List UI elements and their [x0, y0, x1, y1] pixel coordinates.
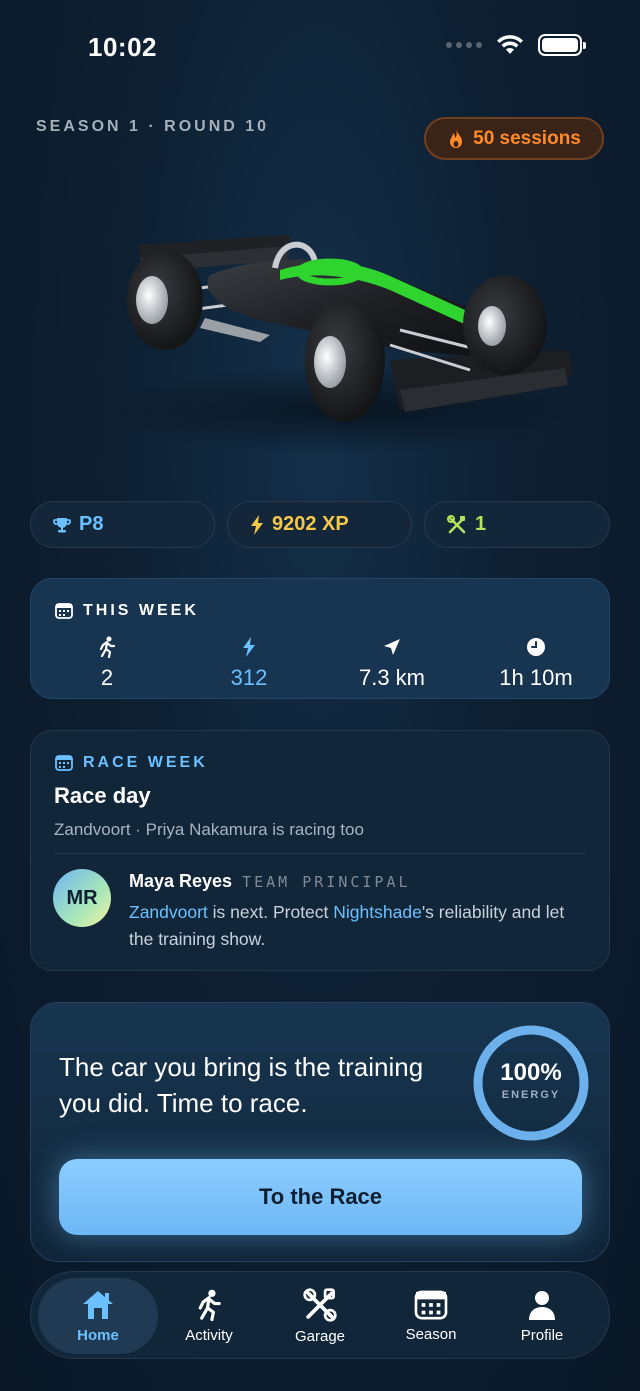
tab-profile[interactable]: Profile: [482, 1278, 602, 1354]
car-link[interactable]: Nightshade: [333, 902, 422, 922]
this-week-title: THIS WEEK: [83, 602, 199, 619]
race-title: Race day: [54, 783, 151, 808]
metric-distance: 7.3 km: [322, 635, 462, 691]
principal-message: Zandvoort is next. Protect Nightshade's …: [129, 899, 589, 953]
principal-header: Maya Reyes TEAM PRINCIPAL: [129, 871, 411, 892]
tab-season[interactable]: Season: [371, 1278, 491, 1354]
metric-sessions: 2: [37, 635, 177, 691]
calendar-icon: [414, 1290, 448, 1319]
bolt-icon: [243, 637, 255, 657]
tab-activity[interactable]: Activity: [149, 1278, 269, 1354]
metric-duration: 1h 10m: [466, 635, 606, 691]
divider: [54, 853, 586, 854]
wifi-icon: [497, 35, 523, 54]
to-the-race-button[interactable]: To the Race: [59, 1159, 582, 1235]
tab-home[interactable]: Home: [38, 1278, 158, 1354]
tools-icon: [447, 514, 466, 533]
tab-home-label: Home: [77, 1326, 119, 1344]
metric-energy-value: 312: [230, 665, 268, 690]
energy-label: ENERGY: [501, 1089, 561, 1101]
battery-icon: [538, 34, 586, 56]
runner-icon: [198, 1289, 221, 1321]
clock-icon: [527, 638, 545, 656]
flame-icon: [450, 128, 463, 148]
tab-season-label: Season: [405, 1325, 457, 1343]
tab-activity-label: Activity: [185, 1326, 233, 1344]
status-icons: [446, 34, 586, 56]
sessions-count: 50 sessions: [473, 127, 581, 149]
metric-distance-value: 7.3 km: [358, 665, 426, 690]
navigation-arrow-icon: [384, 639, 400, 655]
avatar-initials: MR: [66, 886, 98, 909]
cellular-signal-icon: [446, 42, 482, 48]
upgrades-stat[interactable]: 1: [424, 501, 610, 548]
avatar[interactable]: MR: [53, 869, 111, 927]
race-week-card[interactable]: RACE WEEK Race day Zandvoort · Priya Nak…: [30, 730, 610, 971]
this-week-header: THIS WEEK: [55, 602, 199, 620]
race-cta-card: The car you bring is the training you di…: [30, 1002, 610, 1262]
principal-role: TEAM PRINCIPAL: [242, 873, 411, 891]
calendar-icon: [55, 755, 73, 771]
race-week-header: RACE WEEK: [55, 754, 208, 772]
race-week-label: RACE WEEK: [83, 754, 208, 771]
status-time: 10:02: [88, 32, 157, 62]
position-stat[interactable]: P8: [30, 501, 215, 548]
bolt-icon: [251, 514, 263, 535]
tools-icon: [303, 1287, 337, 1322]
runner-icon: [99, 636, 116, 658]
metric-sessions-value: 2: [100, 665, 114, 690]
metric-duration-value: 1h 10m: [499, 665, 573, 690]
tab-bar: Home Activity Garage Season Profile: [30, 1271, 610, 1359]
this-week-card[interactable]: THIS WEEK 2 312 7.3 km 1h 10m: [30, 578, 610, 699]
formula-car-illustration[interactable]: [100, 200, 580, 460]
track-link[interactable]: Zandvoort: [129, 902, 208, 922]
cta-message: The car you bring is the training you di…: [59, 1052, 424, 1118]
position-value: P8: [79, 513, 104, 535]
tab-profile-label: Profile: [520, 1326, 564, 1344]
season-round-label: SEASON 1 · ROUND 10: [36, 118, 270, 135]
xp-value: 9202 XP: [272, 513, 349, 535]
race-subtitle: Zandvoort · Priya Nakamura is racing too: [54, 820, 364, 839]
energy-label-group: 100% ENERGY: [471, 1059, 591, 1101]
message-text: is next. Protect: [207, 902, 334, 922]
status-bar: 10:02: [0, 0, 640, 90]
sessions-streak-badge[interactable]: 50 sessions: [424, 117, 604, 160]
upgrades-value: 1: [475, 513, 487, 535]
home-icon: [83, 1290, 113, 1319]
tab-garage[interactable]: Garage: [260, 1278, 380, 1354]
trophy-icon: [53, 517, 71, 532]
metric-energy: 312: [179, 635, 319, 691]
person-icon: [529, 1290, 555, 1320]
tab-garage-label: Garage: [294, 1327, 346, 1345]
calendar-icon: [55, 603, 73, 619]
xp-stat[interactable]: 9202 XP: [227, 501, 412, 548]
energy-percent: 100%: [500, 1059, 562, 1086]
principal-name: Maya Reyes: [129, 871, 233, 891]
energy-ring: 100% ENERGY: [471, 1023, 591, 1143]
